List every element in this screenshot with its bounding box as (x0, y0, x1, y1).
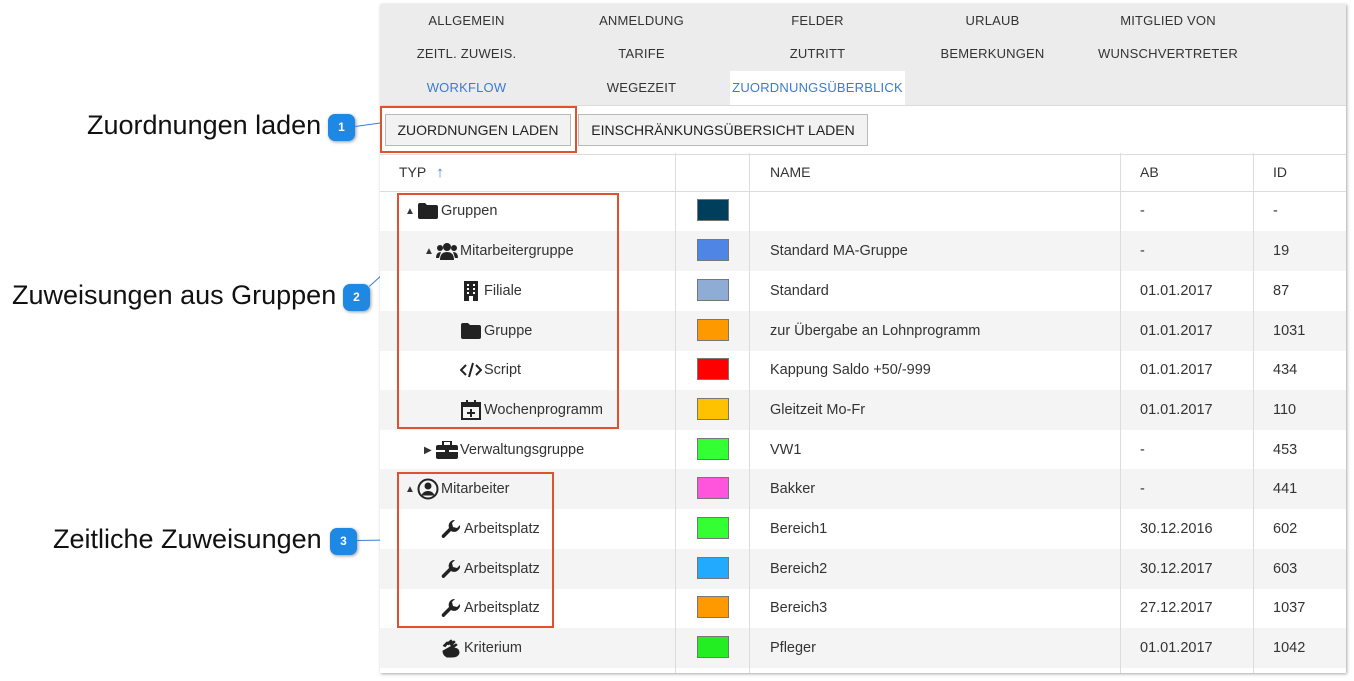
expand-toggle-icon[interactable]: ▶ (424, 445, 436, 456)
callout-leader-1 (355, 122, 383, 127)
row-name: Bakker (770, 481, 816, 497)
row-ab: - (1140, 243, 1145, 259)
color-swatch (697, 557, 729, 579)
callout-badge-1: 1 (328, 114, 355, 141)
row-ab: 30.12.2016 (1140, 521, 1213, 537)
row-id: 453 (1273, 442, 1298, 458)
sort-ascending-icon[interactable]: ↑ (436, 164, 444, 181)
color-swatch (697, 477, 729, 499)
callout-badge-2: 2 (343, 284, 370, 311)
briefcase-icon (436, 439, 458, 461)
row-id: 434 (1273, 362, 1298, 378)
row-id: 1042 (1273, 640, 1306, 656)
row-name: Bereich2 (770, 561, 828, 577)
row-name: Standard (770, 283, 829, 299)
row-type: Verwaltungsgruppe (460, 442, 585, 458)
column-header-id[interactable]: ID (1273, 153, 1287, 191)
color-swatch (697, 239, 729, 261)
highlight-group-assignments (397, 193, 619, 429)
row-ab: 01.01.2017 (1140, 323, 1213, 339)
callout-badge-3: 3 (330, 528, 357, 555)
hand-icon (440, 637, 462, 659)
tab-anmeldung[interactable]: ANMELDUNG (553, 5, 730, 37)
row-ab: 01.01.2017 (1140, 640, 1213, 656)
row-id: 603 (1273, 561, 1298, 577)
row-name: Bereich3 (770, 600, 828, 616)
column-header-name[interactable]: NAME (770, 153, 810, 191)
tab-tarife[interactable]: TARIFE (553, 38, 730, 70)
tab-bar: ALLGEMEIN ANMELDUNG FELDER URLAUB MITGLI… (380, 4, 1346, 105)
color-swatch (697, 279, 729, 301)
row-id: 602 (1273, 521, 1298, 537)
callout-time-label: Zeitliche Zuweisungen (53, 524, 322, 554)
column-divider (675, 153, 676, 673)
column-divider (749, 153, 750, 673)
row-id: - (1273, 203, 1278, 219)
column-divider (1120, 153, 1121, 673)
color-swatch (697, 517, 729, 539)
color-swatch (697, 199, 729, 221)
row-name: Standard MA-Gruppe (770, 243, 908, 259)
row-id: 1031 (1273, 323, 1306, 339)
row-type: Kriterium (464, 640, 523, 656)
row-ab: 27.12.2017 (1140, 600, 1213, 616)
highlight-time-assignments (397, 472, 554, 628)
row-ab: - (1140, 203, 1145, 219)
table-row[interactable]: ▶ Verwaltungsgruppe VW1 - 453 (380, 430, 1346, 470)
row-name: zur Übergabe an Lohnprogramm (770, 323, 981, 339)
column-divider (1253, 153, 1254, 673)
tab-zutritt[interactable]: ZUTRITT (730, 38, 905, 70)
tab-zuordnungsueberblick[interactable]: ZUORDNUNGSÜBERBLICK (730, 71, 905, 105)
table-header: TYP ↑ NAME AB ID (380, 153, 1346, 192)
highlight-load-button (380, 106, 577, 153)
row-id: 441 (1273, 481, 1298, 497)
color-swatch (697, 438, 729, 460)
callout-groups-label: Zuweisungen aus Gruppen (12, 280, 337, 310)
tab-allgemein[interactable]: ALLGEMEIN (380, 5, 553, 37)
row-name: VW1 (770, 442, 802, 458)
row-ab: 01.01.2017 (1140, 362, 1213, 378)
row-name: Pfleger (770, 640, 816, 656)
column-header-ab[interactable]: AB (1140, 153, 1159, 191)
color-swatch (697, 319, 729, 341)
row-id: 1037 (1273, 600, 1306, 616)
row-ab: 30.12.2017 (1140, 561, 1213, 577)
row-name: Kappung Saldo +50/-999 (770, 362, 931, 378)
tab-bemerkungen[interactable]: BEMERKUNGEN (905, 38, 1080, 70)
color-swatch (697, 596, 729, 618)
tree-cell: Kriterium (428, 628, 522, 668)
tab-urlaub[interactable]: URLAUB (905, 5, 1080, 37)
row-name: Bereich1 (770, 521, 828, 537)
row-ab: - (1140, 481, 1145, 497)
color-swatch (697, 636, 729, 658)
row-id: 19 (1273, 243, 1290, 259)
callout-load-label: Zuordnungen laden (87, 110, 322, 140)
load-restrictions-button[interactable]: EINSCHRÄNKUNGSÜBERSICHT LADEN (578, 114, 868, 146)
table-row[interactable]: Kriterium Pfleger 01.01.2017 1042 (380, 628, 1346, 668)
column-header-typ-label: TYP (399, 164, 427, 180)
row-ab: 01.01.2017 (1140, 283, 1213, 299)
tab-wegezeit[interactable]: WEGEZEIT (553, 72, 730, 104)
tab-zeitl-zuweis[interactable]: ZEITL. ZUWEIS. (380, 38, 553, 70)
tab-mitglied-von[interactable]: MITGLIED VON (1080, 5, 1256, 37)
tab-felder[interactable]: FELDER (730, 5, 905, 37)
row-id: 110 (1273, 402, 1297, 418)
row-name: Gleitzeit Mo-Fr (770, 402, 866, 418)
color-swatch (697, 398, 729, 420)
row-id: 87 (1273, 283, 1290, 299)
row-ab: 01.01.2017 (1140, 402, 1213, 418)
tree-cell: ▶ Verwaltungsgruppe (424, 430, 584, 470)
tab-wunschvertreter[interactable]: WUNSCHVERTRETER (1080, 38, 1256, 70)
assignment-overview-panel: ALLGEMEIN ANMELDUNG FELDER URLAUB MITGLI… (380, 4, 1346, 673)
row-ab: - (1140, 442, 1145, 458)
color-swatch (697, 358, 729, 380)
tab-workflow[interactable]: WORKFLOW (380, 72, 553, 104)
column-header-typ[interactable]: TYP ↑ (399, 153, 444, 191)
